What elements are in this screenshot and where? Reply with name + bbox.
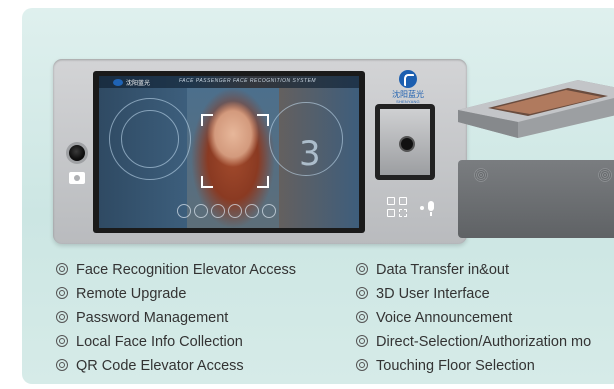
- feature-item: Direct-Selection/Authorization mo: [356, 330, 591, 354]
- elevator-terminal-device: 3 沈阳蓝光 FACE PASSENGER FACE RECOGNITION S…: [53, 59, 467, 244]
- brand-logo-icon: [399, 70, 417, 88]
- feature-item: Touching Floor Selection: [356, 354, 591, 378]
- hud-ring: [121, 110, 179, 168]
- feature-item: Face Recognition Elevator Access: [56, 258, 296, 282]
- feature-item: Voice Announcement: [356, 306, 591, 330]
- qr-scanner-module: [375, 104, 435, 180]
- logo-icon: [113, 78, 123, 86]
- floor-key: [177, 204, 191, 218]
- device-angled-view: [458, 80, 614, 138]
- floor-key: [228, 204, 242, 218]
- speaker-grill-icon: [474, 168, 488, 182]
- circle-bullet-icon: [56, 359, 68, 371]
- camera-icon: [69, 172, 85, 184]
- screen-title: FACE PASSENGER FACE RECOGNITION SYSTEM: [179, 78, 317, 84]
- device-screen: 3 沈阳蓝光 FACE PASSENGER FACE RECOGNITION S…: [93, 71, 365, 233]
- circle-bullet-icon: [356, 359, 368, 371]
- speaker-grill-icon: [598, 168, 612, 182]
- status-led-icon: [420, 206, 424, 210]
- feature-item: QR Code Elevator Access: [56, 354, 296, 378]
- floor-number: 3: [299, 134, 321, 174]
- feature-column-right: Data Transfer in&out 3D User Interface V…: [356, 258, 591, 378]
- floor-key: [194, 204, 208, 218]
- device-back-view: [458, 160, 614, 238]
- feature-column-left: Face Recognition Elevator Access Remote …: [56, 258, 296, 378]
- feature-item: Data Transfer in&out: [356, 258, 591, 282]
- scan-frame-corner: [201, 176, 213, 188]
- microphone-icon: [428, 201, 434, 216]
- circle-bullet-icon: [56, 335, 68, 347]
- scan-frame-corner: [201, 114, 213, 126]
- scan-frame-corner: [257, 114, 269, 126]
- circle-bullet-icon: [56, 263, 68, 275]
- brand-name-cn: 沈阳蓝光: [392, 90, 424, 99]
- screen-logo: 沈阳蓝光: [113, 78, 151, 87]
- floor-key: [211, 204, 225, 218]
- product-panel: 3 沈阳蓝光 FACE PASSENGER FACE RECOGNITION S…: [22, 8, 614, 384]
- floor-key: [245, 204, 259, 218]
- scan-frame-corner: [257, 176, 269, 188]
- camera-lens-icon: [69, 145, 85, 161]
- feature-item: Local Face Info Collection: [56, 330, 296, 354]
- feature-item: Remote Upgrade: [56, 282, 296, 306]
- circle-bullet-icon: [56, 311, 68, 323]
- circle-bullet-icon: [356, 311, 368, 323]
- scanner-lens-icon: [399, 136, 415, 152]
- feature-item: 3D User Interface: [356, 282, 591, 306]
- screen-brand-text: 沈阳蓝光: [126, 80, 151, 87]
- circle-bullet-icon: [356, 335, 368, 347]
- screen-display: 3 沈阳蓝光 FACE PASSENGER FACE RECOGNITION S…: [99, 76, 359, 228]
- circle-bullet-icon: [356, 287, 368, 299]
- qr-code-icon: [387, 197, 409, 219]
- circle-bullet-icon: [56, 287, 68, 299]
- screen-title-bar: 沈阳蓝光 FACE PASSENGER FACE RECOGNITION SYS…: [99, 76, 359, 88]
- floor-key: [262, 204, 276, 218]
- circle-bullet-icon: [356, 263, 368, 275]
- qr-scanner-window: [380, 109, 430, 175]
- feature-item: Password Management: [56, 306, 296, 330]
